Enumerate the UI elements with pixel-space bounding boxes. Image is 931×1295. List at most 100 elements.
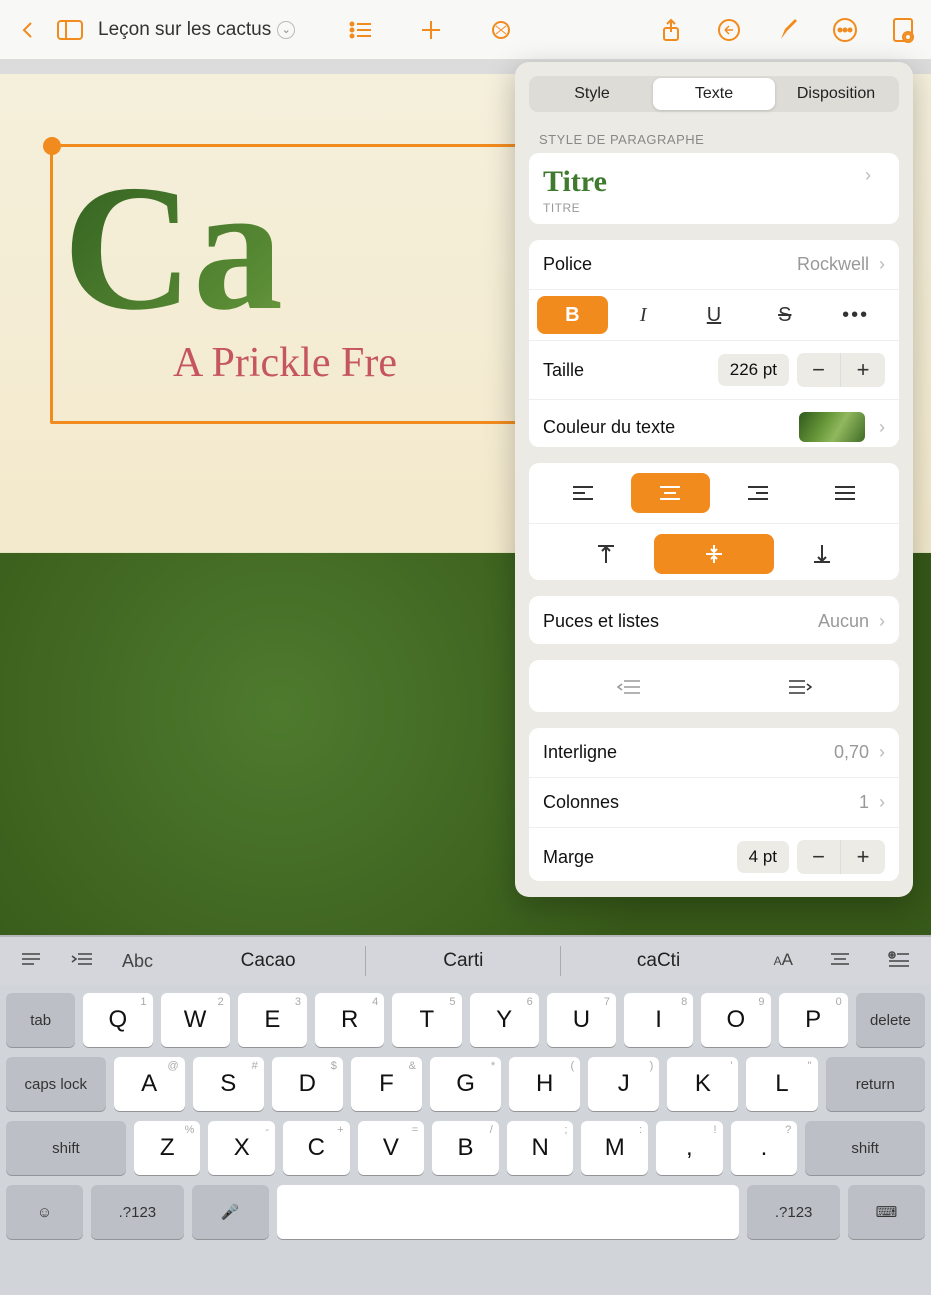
underline-button[interactable]: U [679,296,750,334]
key-k[interactable]: 'K [667,1057,738,1111]
more-icon[interactable] [831,16,859,44]
undo-icon[interactable] [715,16,743,44]
key-h[interactable]: (H [509,1057,580,1111]
key-dismiss[interactable]: ⌨ [848,1185,925,1239]
indent-icon[interactable] [60,950,104,973]
line-spacing-row[interactable]: Interligne 0,70 › [529,728,899,778]
format-list-icon[interactable] [10,950,52,973]
font-value: Rockwell [797,254,869,275]
back-icon[interactable] [14,16,42,44]
tab-layout[interactable]: Disposition [775,78,897,110]
document-title-text: Leçon sur les cactus [98,19,271,41]
valign-bottom-button[interactable] [782,534,862,574]
text-color-row[interactable]: Couleur du texte › [529,400,899,447]
key-return[interactable]: return [826,1057,926,1111]
size-row: Taille 226 pt − + [529,341,899,400]
share-icon[interactable] [657,16,685,44]
key-b[interactable]: /B [432,1121,499,1175]
text-color-swatch[interactable] [799,412,865,442]
insert-icon[interactable] [877,950,921,973]
bullets-label: Puces et listes [543,611,818,632]
key-e[interactable]: 3E [238,993,307,1047]
margin-row: Marge 4 pt − + [529,828,899,881]
align-right-button[interactable] [718,473,798,513]
font-label: Police [543,254,797,275]
align-icon[interactable] [819,950,861,973]
tab-text[interactable]: Texte [653,78,775,110]
italic-button[interactable]: I [608,296,679,334]
suggestion-3[interactable]: caCti [561,946,755,976]
margin-increase-button[interactable]: + [841,840,885,874]
suggestions: Cacao Carti caCti [171,946,756,976]
key-i[interactable]: 8I [624,993,693,1047]
text-size-icon[interactable]: AA [764,950,803,973]
key-n[interactable]: ;N [507,1121,574,1175]
key-.[interactable]: ?. [731,1121,798,1175]
key-t[interactable]: 5T [392,993,461,1047]
key-p[interactable]: 0P [779,993,848,1047]
key-o[interactable]: 9O [701,993,770,1047]
valign-middle-button[interactable] [654,534,774,574]
key-y[interactable]: 6Y [470,993,539,1047]
key-l[interactable]: "L [746,1057,817,1111]
strikethrough-button[interactable]: S [749,296,820,334]
key-capslock[interactable]: caps lock [6,1057,106,1111]
key-f[interactable]: &F [351,1057,422,1111]
key-a[interactable]: @A [114,1057,185,1111]
suggestion-2[interactable]: Carti [366,946,561,976]
key-x[interactable]: -X [208,1121,275,1175]
selection-handle[interactable] [43,137,61,155]
paragraph-style-row[interactable]: Titre TITRE › [529,153,899,224]
align-left-button[interactable] [543,473,623,513]
more-format-button[interactable]: ••• [820,296,891,334]
key-w[interactable]: 2W [161,993,230,1047]
key-q[interactable]: 1Q [83,993,152,1047]
abc-label[interactable]: Abc [112,951,163,972]
key-delete[interactable]: delete [856,993,925,1047]
key-m[interactable]: :M [581,1121,648,1175]
key-j[interactable]: )J [588,1057,659,1111]
valign-top-button[interactable] [566,534,646,574]
key-u[interactable]: 7U [547,993,616,1047]
size-value[interactable]: 226 pt [718,354,789,386]
align-justify-button[interactable] [806,473,886,513]
effects-icon[interactable] [487,16,515,44]
key-v[interactable]: =V [358,1121,425,1175]
key-c[interactable]: +C [283,1121,350,1175]
margin-decrease-button[interactable]: − [797,840,841,874]
bold-button[interactable]: B [537,296,608,334]
key-g[interactable]: *G [430,1057,501,1111]
suggestion-1[interactable]: Cacao [171,946,366,976]
key-numbers-left[interactable]: .?123 [91,1185,184,1239]
document-settings-icon[interactable] [889,16,917,44]
key-shift-left[interactable]: shift [6,1121,126,1175]
key-mic[interactable]: 🎤 [192,1185,269,1239]
margin-value[interactable]: 4 pt [737,841,789,873]
key-d[interactable]: $D [272,1057,343,1111]
key-emoji[interactable]: ☺ [6,1185,83,1239]
chevron-down-icon[interactable]: ⌄ [277,21,295,39]
document-title[interactable]: Leçon sur les cactus ⌄ [98,19,295,41]
font-row[interactable]: Police Rockwell › [529,240,899,290]
key-s[interactable]: #S [193,1057,264,1111]
list-icon[interactable] [347,16,375,44]
indent-button[interactable] [714,668,885,706]
align-center-button[interactable] [631,473,711,513]
key-space[interactable] [277,1185,740,1239]
key-,[interactable]: !, [656,1121,723,1175]
format-brush-icon[interactable] [773,16,801,44]
key-shift-right[interactable]: shift [805,1121,925,1175]
size-increase-button[interactable]: + [841,353,885,387]
bullets-row[interactable]: Puces et listes Aucun › [529,596,899,644]
tab-style[interactable]: Style [531,78,653,110]
key-z[interactable]: %Z [134,1121,201,1175]
add-icon[interactable] [417,16,445,44]
columns-row[interactable]: Colonnes 1 › [529,778,899,828]
key-tab[interactable]: tab [6,993,75,1047]
paragraph-style-name: Titre [543,165,607,199]
outdent-button[interactable] [543,668,714,706]
sidebar-icon[interactable] [56,16,84,44]
key-r[interactable]: 4R [315,993,384,1047]
size-decrease-button[interactable]: − [797,353,841,387]
key-numbers-right[interactable]: .?123 [747,1185,840,1239]
